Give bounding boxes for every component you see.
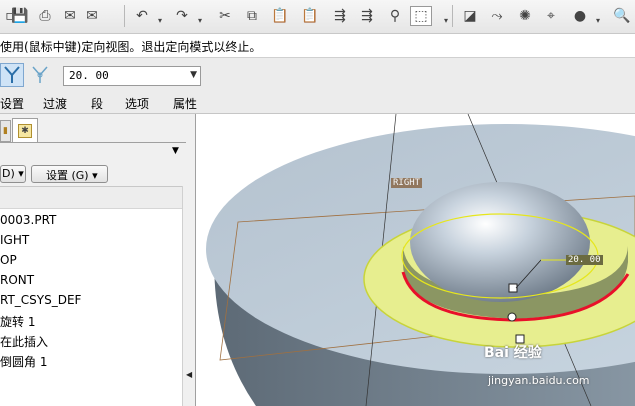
transition-mode-icon: [32, 66, 48, 83]
email-icon[interactable]: ✉: [60, 6, 80, 26]
redo-icon[interactable]: ↷: [172, 6, 192, 26]
tree-item[interactable]: 0003.PRT: [0, 213, 56, 227]
scroll-left-icon[interactable]: ◀: [186, 370, 192, 379]
status-message: 使用(鼠标中键)定向视图。退出定向模式以终止。: [0, 40, 262, 54]
watermark-url: jingyan.baidu.com: [488, 374, 590, 387]
graphics-window[interactable]: RIGHT 20. 00 Bai 经验 jingyan.baidu.com: [196, 114, 635, 406]
regenerate-icon[interactable]: ⇶: [330, 6, 350, 26]
tree-item[interactable]: RT_CSYS_DEF: [0, 293, 81, 307]
save-icon[interactable]: 💾: [10, 6, 30, 26]
dashboard-tabs: 设置 过渡 段 选项 属性: [0, 92, 635, 114]
undo-icon[interactable]: ↶: [132, 6, 152, 26]
watermark-logo: Bai 经验: [484, 345, 542, 361]
folder-tab-icon[interactable]: ▮: [0, 120, 11, 142]
zoom-icon[interactable]: 🔍: [612, 6, 632, 26]
tree-item[interactable]: 在此插入: [0, 333, 48, 350]
round-set-mode-button[interactable]: [0, 63, 24, 87]
paste-special-icon[interactable]: 📋: [300, 6, 320, 26]
display-dropdown[interactable]: D) ▾: [0, 165, 26, 183]
tree-item[interactable]: RONT: [0, 273, 34, 287]
tab-transitions[interactable]: 过渡: [43, 95, 67, 112]
tree-item[interactable]: OP: [0, 253, 17, 267]
round-mode-icon: [4, 66, 20, 83]
panel-menu-icon[interactable]: ▼: [172, 146, 179, 156]
toolbar-separator: [124, 5, 125, 27]
undo-dropdown-icon[interactable]: ▾: [150, 10, 170, 30]
navigator-panel: ▮ ✱ ▼ D) ▾ 设置 (G) ▾ 0003.PRT IGHT OP RON…: [0, 114, 196, 406]
round-dashboard: 20. 00 ▼: [0, 58, 635, 92]
transition-mode-button[interactable]: [28, 63, 52, 87]
favorites-icon: ✱: [18, 123, 32, 138]
radius-handle[interactable]: [508, 283, 518, 293]
chevron-down-icon[interactable]: ▼: [190, 70, 197, 80]
tree-item[interactable]: 旋转 1: [0, 313, 35, 330]
message-area: 使用(鼠标中键)定向视图。退出定向模式以终止。: [0, 34, 635, 58]
regenerate-manager-icon[interactable]: ⇶: [357, 6, 377, 26]
csys-icon[interactable]: ⌖: [541, 6, 561, 26]
copy-icon[interactable]: ⧉: [242, 6, 262, 26]
redo-dropdown-icon[interactable]: ▾: [190, 10, 210, 30]
toolbar-separator: [452, 5, 453, 27]
tab-properties[interactable]: 属性: [173, 95, 197, 112]
panel-divider: [0, 142, 186, 143]
dimension-value[interactable]: 20. 00: [566, 255, 603, 265]
find-icon[interactable]: ⚲: [385, 6, 405, 26]
tree-item[interactable]: IGHT: [0, 233, 29, 247]
print-icon[interactable]: ⎙: [35, 6, 55, 26]
tab-pieces[interactable]: 段: [91, 95, 103, 112]
tab-options[interactable]: 选项: [125, 95, 149, 112]
email-preview-icon[interactable]: ✉: [82, 6, 102, 26]
radius-value: 20. 00: [69, 69, 109, 82]
paste-icon[interactable]: 📋: [270, 6, 290, 26]
shading-icon[interactable]: ●: [570, 6, 590, 26]
tree-scrollbar[interactable]: ◀: [182, 186, 195, 406]
tree-item[interactable]: 倒圆角 1: [0, 353, 47, 370]
radius-value-combo[interactable]: 20. 00 ▼: [63, 66, 201, 86]
settings-dropdown[interactable]: 设置 (G) ▾: [31, 165, 108, 183]
datum-axes-icon[interactable]: ⤳: [487, 6, 507, 26]
model-tree-tab[interactable]: ✱: [12, 118, 38, 142]
datum-planes-icon[interactable]: ◪: [460, 6, 480, 26]
select-dropdown-icon[interactable]: ▾: [436, 10, 456, 30]
tab-settings[interactable]: 设置: [0, 95, 24, 112]
main-toolbar: ▫ 💾 ⎙ ✉ ✉ ↶ ▾ ↷ ▾ ✂ ⧉ 📋 📋 ⇶ ⇶ ⚲ ⬚ ▾ ◪ ⤳ …: [0, 0, 635, 34]
select-box-icon[interactable]: ⬚: [410, 6, 432, 26]
model-tree: 0003.PRT IGHT OP RONT RT_CSYS_DEF 旋转 1 在…: [0, 186, 182, 406]
cut-icon[interactable]: ✂: [215, 6, 235, 26]
dome-surface: [410, 182, 590, 302]
tree-header: [0, 187, 182, 209]
datum-points-icon[interactable]: ✺: [515, 6, 535, 26]
datum-label[interactable]: RIGHT: [391, 178, 423, 188]
shading-dropdown-icon[interactable]: ▾: [588, 10, 608, 30]
anchor-handle[interactable]: [507, 312, 517, 322]
